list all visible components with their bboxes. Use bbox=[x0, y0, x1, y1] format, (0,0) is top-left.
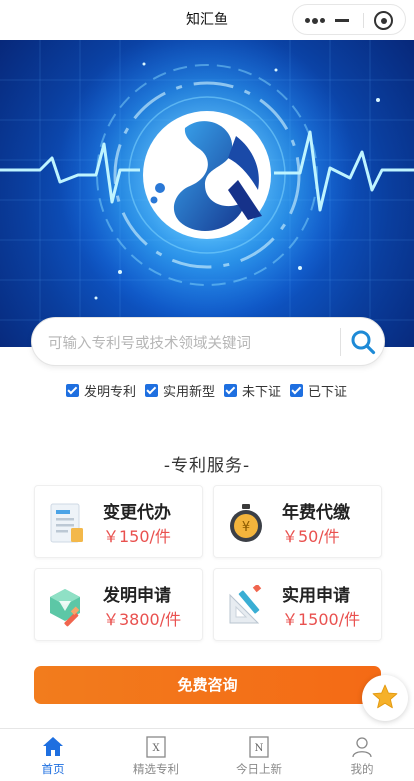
tab-bar: 首页 X 精选专利 N 今日上新 我的 bbox=[0, 728, 414, 781]
stopwatch-coin-icon: ¥ bbox=[230, 504, 262, 542]
service-card-change[interactable]: 变更代办 ￥150/件 bbox=[34, 485, 203, 558]
service-price: ￥150/件 bbox=[103, 527, 171, 546]
search-divider bbox=[340, 328, 341, 356]
hero-banner bbox=[0, 40, 414, 347]
service-card-invention[interactable]: 发明申请 ￥3800/件 bbox=[34, 568, 203, 641]
search-input[interactable]: 可输入专利号或技术领域关键词 bbox=[48, 332, 251, 353]
document-icon bbox=[50, 503, 83, 543]
tab-label: 首页 bbox=[41, 762, 65, 776]
service-name: 变更代办 bbox=[103, 503, 171, 523]
filter-granted[interactable]: 已下证 bbox=[290, 381, 347, 400]
filter-not-granted[interactable]: 未下证 bbox=[224, 381, 281, 400]
filter-invention[interactable]: 发明专利 bbox=[66, 381, 136, 400]
more-icon[interactable] bbox=[305, 17, 325, 24]
user-icon bbox=[352, 737, 372, 758]
search-icon[interactable] bbox=[350, 329, 376, 355]
tab-new-today[interactable]: N 今日上新 bbox=[219, 735, 299, 777]
service-name: 年费代缴 bbox=[282, 503, 350, 523]
checkbox-icon[interactable] bbox=[66, 383, 79, 397]
service-card-utility[interactable]: 实用申请 ￥1500/件 bbox=[213, 568, 382, 641]
tab-label: 我的 bbox=[350, 762, 374, 776]
tab-profile[interactable]: 我的 bbox=[322, 735, 402, 777]
app-page: 知汇鱼 可输入专利号或技术领域关键词 发明专利 实用新型 未下证 已下证 -专利… bbox=[0, 0, 414, 781]
service-card-annual-fee[interactable]: ¥ 年费代缴 ￥50/件 bbox=[213, 485, 382, 558]
service-price: ￥1500/件 bbox=[282, 610, 361, 629]
n-doc-icon: N bbox=[249, 736, 269, 758]
checkbox-icon[interactable] bbox=[224, 383, 238, 397]
favorite-button[interactable] bbox=[362, 675, 408, 721]
banner-artwork bbox=[0, 40, 414, 347]
filter-utility[interactable]: 实用新型 bbox=[145, 381, 215, 400]
minimize-icon[interactable] bbox=[335, 19, 349, 22]
svg-text:¥: ¥ bbox=[242, 520, 250, 535]
svg-text:X: X bbox=[152, 743, 160, 754]
free-consult-button[interactable]: 免费咨询 bbox=[34, 666, 381, 704]
close-miniprogram-icon[interactable] bbox=[374, 11, 393, 30]
navigation-bar: 知汇鱼 bbox=[0, 0, 414, 40]
tab-featured[interactable]: X 精选专利 bbox=[116, 735, 196, 777]
x-doc-icon: X bbox=[146, 736, 166, 758]
checkbox-icon[interactable] bbox=[290, 383, 304, 397]
search-bar[interactable]: 可输入专利号或技术领域关键词 bbox=[31, 317, 385, 366]
filter-label: 实用新型 bbox=[163, 384, 216, 400]
filter-label: 未下证 bbox=[242, 384, 282, 400]
star-icon bbox=[372, 684, 398, 709]
capsule-divider bbox=[363, 13, 364, 28]
checkbox-icon[interactable] bbox=[145, 383, 159, 397]
section-title: -专利服务- bbox=[163, 456, 251, 476]
capsule-menu bbox=[292, 4, 406, 35]
filter-label: 发明专利 bbox=[84, 384, 137, 400]
service-price: ￥3800/件 bbox=[103, 610, 182, 629]
filter-label: 已下证 bbox=[308, 384, 348, 400]
patent-filters: 发明专利 实用新型 未下证 已下证 bbox=[66, 380, 356, 400]
ruler-pencil-icon bbox=[229, 585, 262, 624]
home-icon bbox=[43, 737, 63, 756]
service-name: 发明申请 bbox=[103, 586, 171, 606]
service-price: ￥50/件 bbox=[282, 527, 340, 546]
tab-label: 精选专利 bbox=[133, 762, 179, 776]
svg-text:N: N bbox=[255, 743, 264, 754]
tab-home[interactable]: 首页 bbox=[13, 735, 93, 777]
tab-label: 今日上新 bbox=[236, 762, 282, 776]
cube-pen-icon bbox=[50, 589, 80, 627]
service-name: 实用申请 bbox=[282, 586, 350, 606]
